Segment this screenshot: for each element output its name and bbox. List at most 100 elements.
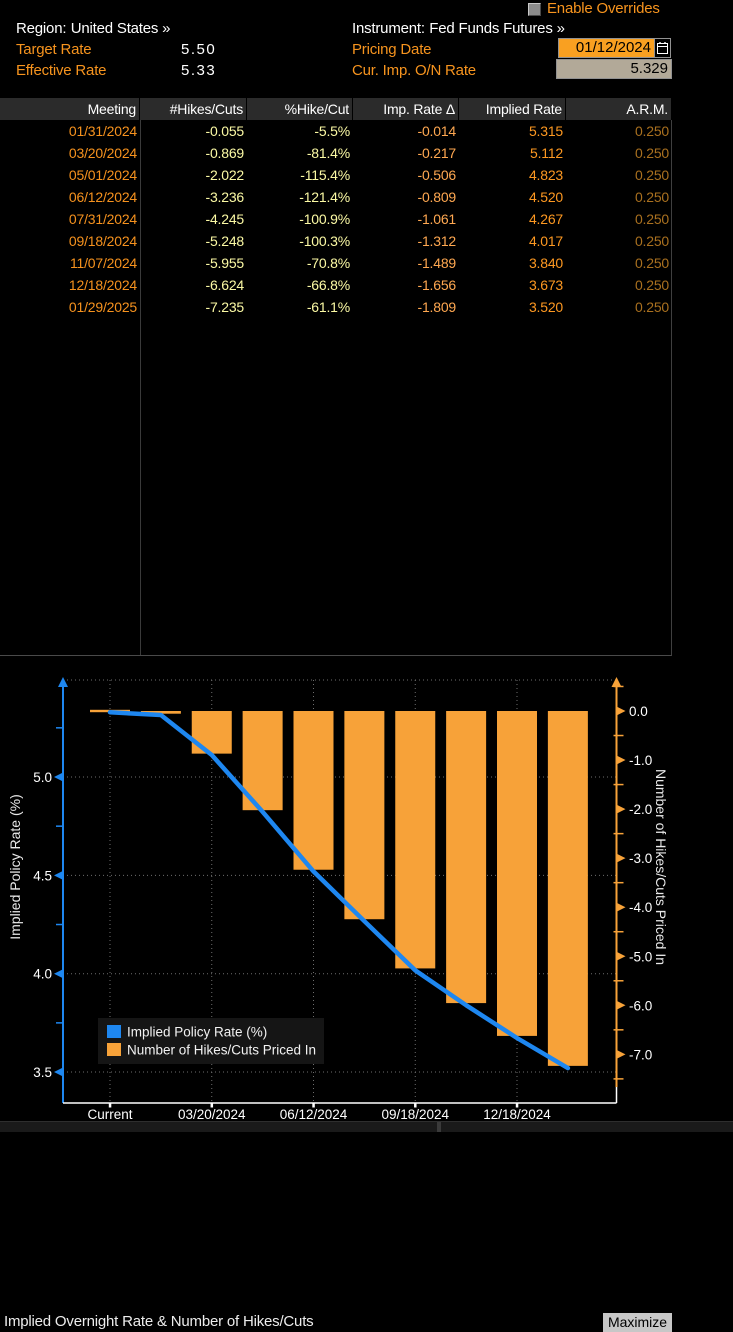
table-row[interactable]: 05/01/2024 -2.022 -115.4% -0.506 4.823 0.250 xyxy=(0,164,672,186)
enable-overrides-label: Enable Overrides xyxy=(547,0,660,17)
left-axis-title: Implied Policy Rate (%) xyxy=(7,794,23,940)
table-cell: 3.520 xyxy=(528,299,563,315)
column-header: Meeting xyxy=(0,98,140,120)
table-cell: -0.809 xyxy=(417,189,457,205)
svg-text:0.0: 0.0 xyxy=(629,704,648,719)
table-cell: -115.4% xyxy=(300,167,350,183)
table-row[interactable]: 09/18/2024 -5.248 -100.3% -1.312 4.017 0.250 xyxy=(0,230,672,252)
table-cell: -70.8% xyxy=(306,255,350,271)
enable-overrides-checkbox[interactable] xyxy=(528,3,541,16)
table-cell: -1.312 xyxy=(417,233,457,249)
table-cell: 01/31/2024 xyxy=(68,123,137,139)
table-cell: -3.236 xyxy=(205,189,245,205)
svg-text:4.0: 4.0 xyxy=(33,967,52,982)
table-cell: 06/12/2024 xyxy=(68,189,137,205)
column-header: Implied Rate xyxy=(459,98,566,120)
column-header: A.R.M. xyxy=(566,98,672,120)
right-axis: 0.0 -1.0 -2.0 -3.0 -4.0 -5.0 -6.0 -7.0 Number of… xyxy=(611,677,669,1103)
cur-imp-on-rate-input[interactable]: 5.329 xyxy=(556,59,672,79)
cur-imp-on-rate-label: Cur. Imp. O/N Rate xyxy=(352,62,476,79)
hikes-cuts-bars xyxy=(90,709,588,1066)
table-row[interactable]: 06/12/2024 -3.236 -121.4% -0.809 4.520 0.250 xyxy=(0,186,672,208)
chart-canvas: 5.0 4.5 4.0 3.5 Implied Policy Rate (%) 0.0 -1… xyxy=(7,677,669,1122)
region-row: Region: United States » xyxy=(16,20,171,38)
svg-text:-4.0: -4.0 xyxy=(629,900,652,915)
hikes-bar xyxy=(344,711,385,920)
svg-text:-7.0: -7.0 xyxy=(629,1047,652,1062)
table-cell: -0.055 xyxy=(205,123,245,139)
svg-text:-6.0: -6.0 xyxy=(629,998,652,1013)
table-cell: -1.489 xyxy=(417,255,457,271)
hikes-bar xyxy=(446,711,487,1004)
svg-text:5.0: 5.0 xyxy=(33,770,52,785)
table-cell: 0.250 xyxy=(634,277,669,293)
table-cell: 0.250 xyxy=(634,123,669,139)
table-row[interactable]: 11/07/2024 -5.955 -70.8% -1.489 3.840 0.250 xyxy=(0,252,672,274)
calendar-icon[interactable] xyxy=(654,38,671,58)
table-cell: 4.520 xyxy=(528,189,563,205)
column-header: %Hike/Cut xyxy=(247,98,353,120)
x-tick-label: 03/20/2024 xyxy=(178,1107,246,1122)
region-label: Region: xyxy=(16,20,67,37)
svg-text:-2.0: -2.0 xyxy=(629,802,652,817)
bottom-panel-divider[interactable] xyxy=(437,1122,441,1132)
table-cell: -121.4% xyxy=(299,189,350,205)
target-rate-value: 5.50 xyxy=(181,41,217,58)
effective-rate-value: 5.33 xyxy=(181,62,217,79)
table-cell: 07/31/2024 xyxy=(68,211,137,227)
instrument-row: Instrument: Fed Funds Futures » xyxy=(352,20,565,38)
table-cell: -5.955 xyxy=(205,255,245,271)
table-row[interactable]: 01/31/2024 -0.055 -5.5% -0.014 5.315 0.250 xyxy=(0,120,672,142)
table-cell: 0.250 xyxy=(634,233,669,249)
table-cell: 3.840 xyxy=(528,255,563,271)
table-cell: -1.656 xyxy=(417,277,457,293)
table-cell: 05/01/2024 xyxy=(68,167,137,183)
legend-label: Number of Hikes/Cuts Priced In xyxy=(127,1043,316,1058)
table-cell: -1.061 xyxy=(417,211,457,227)
left-axis: 5.0 4.5 4.0 3.5 Implied Policy Rate (%) xyxy=(7,677,68,1103)
meetings-table: Meeting #Hikes/Cuts %Hike/Cut Imp. Rate Δ Im… xyxy=(0,98,672,318)
table-cell: 4.017 xyxy=(528,233,563,249)
legend-swatch xyxy=(107,1025,121,1038)
pricing-date-label: Pricing Date xyxy=(352,41,432,58)
table-header-row: Meeting #Hikes/Cuts %Hike/Cut Imp. Rate Δ Im… xyxy=(0,98,672,120)
x-axis: Current 03/20/2024 06/12/2024 09/18/2024 12/… xyxy=(63,1102,617,1122)
table-row[interactable]: 07/31/2024 -4.245 -100.9% -1.061 4.267 0.250 xyxy=(0,208,672,230)
table-cell: -4.245 xyxy=(205,211,245,227)
table-row[interactable]: 01/29/2025 -7.235 -61.1% -1.809 3.520 0.250 xyxy=(0,296,672,318)
table-cell: 09/18/2024 xyxy=(68,233,137,249)
chart-titlebar: Implied Overnight Rate & Number of Hikes… xyxy=(0,656,733,1332)
maximize-button[interactable]: Maximize xyxy=(603,1313,672,1332)
table-row[interactable]: 03/20/2024 -0.869 -81.4% -0.217 5.112 0.250 xyxy=(0,142,672,164)
instrument-label: Instrument: xyxy=(352,20,425,37)
hikes-bar xyxy=(395,711,436,969)
target-rate-label: Target Rate xyxy=(16,41,92,58)
hikes-bar xyxy=(293,711,334,870)
right-axis-title: Number of Hikes/Cuts Priced In xyxy=(653,769,669,965)
chart-title: Implied Overnight Rate & Number of Hikes… xyxy=(4,1313,314,1330)
table-cell: 5.112 xyxy=(530,145,563,161)
x-tick-label: 09/18/2024 xyxy=(381,1107,449,1122)
svg-text:-5.0: -5.0 xyxy=(629,949,652,964)
instrument-value-link[interactable]: Fed Funds Futures » xyxy=(429,20,565,37)
table-cell: 0.250 xyxy=(634,299,669,315)
table-cell: 0.250 xyxy=(634,145,669,161)
table-cell: 03/20/2024 xyxy=(68,145,137,161)
table-cell: -100.3% xyxy=(299,233,350,249)
x-tick-label: 06/12/2024 xyxy=(280,1107,348,1122)
svg-text:3.5: 3.5 xyxy=(33,1065,52,1080)
calendar-icon-glyph xyxy=(657,41,668,54)
table-cell: -1.809 xyxy=(417,299,457,315)
svg-text:4.5: 4.5 xyxy=(33,868,52,883)
region-value-link[interactable]: United States » xyxy=(71,20,171,37)
table-cell: -5.248 xyxy=(205,233,245,249)
table-cell: 4.267 xyxy=(528,211,563,227)
legend-swatch xyxy=(107,1043,121,1056)
table-cell: -0.217 xyxy=(417,145,457,161)
hikes-bar xyxy=(547,711,588,1066)
table-cell: 01/29/2025 xyxy=(68,299,137,315)
table-cell: -6.624 xyxy=(205,277,245,293)
table-row[interactable]: 12/18/2024 -6.624 -66.8% -1.656 3.673 0.250 xyxy=(0,274,672,296)
x-tick-label: 12/18/2024 xyxy=(483,1107,551,1122)
pricing-date-input[interactable]: 01/12/2024 xyxy=(558,38,655,58)
